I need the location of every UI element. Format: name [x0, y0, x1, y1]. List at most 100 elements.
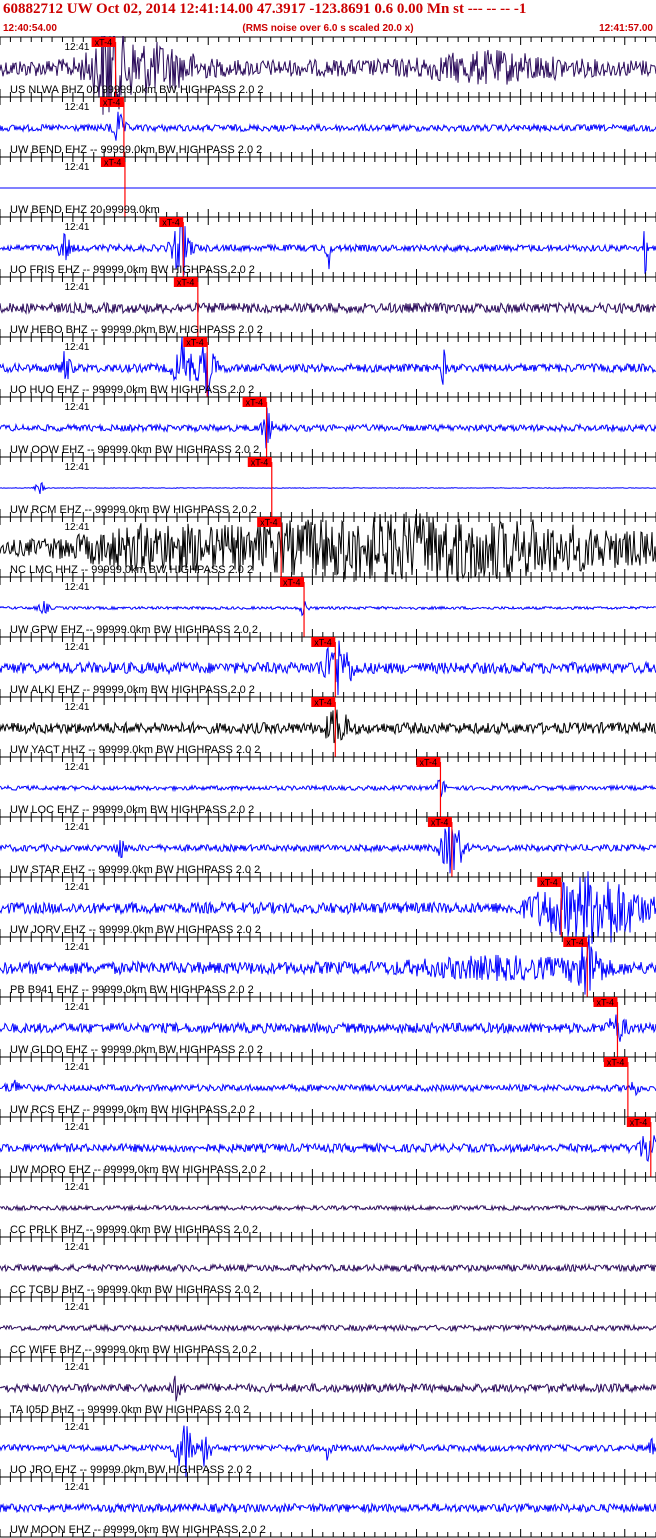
- station-label: PB B941 EHZ -- 99999.0km BW HIGHPASS 2.0…: [10, 984, 254, 996]
- pick-label: xT-4: [186, 338, 204, 348]
- tick-label: 12:41: [64, 1182, 89, 1193]
- waveform: [0, 1262, 656, 1274]
- station-label: NC LMC HHZ -- 99999.0km BW HIGHPASS 2.0 …: [10, 564, 253, 576]
- pick-label: xT-4: [419, 758, 437, 768]
- station-label: UW MORO EHZ -- 99999.0km BW HIGHPASS 2.0…: [10, 1164, 266, 1176]
- pick-label: xT-4: [162, 218, 180, 228]
- trace-16: 12:41 xT-4 UW GLDO EHZ -- 99999.0km BW HIG…: [0, 996, 656, 1057]
- tick-label: 12:41: [64, 822, 89, 833]
- tick-label: 12:41: [64, 1242, 89, 1253]
- waveform: [0, 1135, 656, 1163]
- tick-label: 12:41: [64, 1122, 89, 1133]
- tick-label: 12:41: [64, 342, 89, 353]
- tick-label: 12:41: [64, 1422, 89, 1433]
- pick-label: xT-4: [104, 158, 122, 168]
- station-label: UW MOON EHZ -- 99999.0km BW HIGHPASS 2.0…: [10, 1524, 266, 1536]
- event-title: 60882712 UW Oct 02, 2014 12:41:14.00 47.…: [3, 1, 527, 17]
- tick-label: 12:41: [64, 762, 89, 773]
- trace-24: 12:41 UW MOON EHZ -- 99999.0km BW HIGHPAS…: [0, 1476, 656, 1537]
- trace-15: 12:41 xT-4 PB B941 EHZ -- 99999.0km BW HIG…: [0, 934, 656, 997]
- trace-8: 12:41 xT-4 NC LMC HHZ -- 99999.0km BW HIGH…: [0, 513, 656, 583]
- trace-23: 12:41 UO JRO EHZ -- 99999.0km BW HIGHPASS…: [0, 1416, 656, 1478]
- station-label: UW LOC EHZ -- 99999.0km BW HIGHPASS 2.0 …: [10, 804, 254, 816]
- trace-18: 12:41 xT-4 UW MORO EHZ -- 99999.0km BW HIG…: [0, 1116, 656, 1177]
- trace-6: 12:41 xT-4 UW OOW EHZ -- 99999.0km BW HIGH…: [0, 396, 656, 457]
- station-label: CC WIFE BHZ -- 99999.0km BW HIGHPASS 2.0…: [10, 1344, 257, 1356]
- pick-label: xT-4: [607, 1058, 625, 1068]
- pick-label: xT-4: [251, 458, 269, 468]
- station-label: CC PRLK BHZ -- 99999.0km BW HIGHPASS 2.0…: [10, 1224, 258, 1236]
- trace-5: 12:41 xT-4 UO HUO EHZ -- 99999.0km BW HIGH…: [0, 336, 656, 397]
- pick-label: xT-4: [103, 98, 121, 108]
- trace-20: 12:41 CC TCBU BHZ -- 99999.0km BW HIGHPAS…: [0, 1236, 656, 1297]
- trace-7: 12:41 xT-4 UW RCM EHZ -- 99999.0km BW HIGH…: [0, 456, 656, 517]
- pick-label: xT-4: [630, 1118, 648, 1128]
- tick-label: 12:41: [64, 702, 89, 713]
- pick-label: xT-4: [260, 518, 278, 528]
- station-label: UW JORV EHZ -- 99999.0km BW HIGHPASS 2.0…: [10, 924, 261, 936]
- tick-label: 12:41: [64, 1302, 89, 1313]
- tick-label: 12:41: [64, 582, 89, 593]
- station-label: UW RCM EHZ -- 99999.0km BW HIGHPASS 2.0 …: [10, 504, 257, 516]
- pick-label: xT-4: [283, 578, 301, 588]
- tick-label: 12:41: [64, 1362, 89, 1373]
- waveform: [0, 407, 656, 449]
- waveform: [0, 1014, 656, 1042]
- trace-17: 12:41 xT-4 UW RCS EHZ -- 99999.0km BW HIGH…: [0, 1056, 656, 1117]
- trace-1: 12:41 xT-4 UW BEND EHZ -- 99999.0km BW HIG…: [0, 96, 656, 157]
- waveform: [0, 481, 656, 495]
- station-label: UW BEND EHZ 20 99999.0km: [10, 204, 160, 216]
- trace-10: 12:41 xT-4 UW ALKI EHZ -- 99999.0km BW HIG…: [0, 636, 656, 697]
- station-label: UO HUO EHZ -- 99999.0km BW HIGHPASS 2.0 …: [10, 384, 254, 396]
- tick-label: 12:41: [64, 1062, 89, 1073]
- trace-12: 12:41 xT-4 UW LOC EHZ -- 99999.0km BW HIGH…: [0, 756, 656, 817]
- tick-label: 12:41: [64, 282, 89, 293]
- plot-header: 60882712 UW Oct 02, 2014 12:41:14.00 47.…: [0, 0, 656, 40]
- trace-0: 12:41 xT-4 US NLWA BHZ 00 99999.0km BW HIG…: [0, 36, 656, 115]
- station-label: UO JRO EHZ -- 99999.0km BW HIGHPASS 2.0 …: [10, 1464, 252, 1476]
- end-time: 12:41:57.00: [599, 23, 653, 34]
- station-label: US NLWA BHZ 00 99999.0km BW HIGHPASS 2.0…: [10, 84, 264, 96]
- waveform: [0, 778, 656, 798]
- tick-label: 12:41: [64, 522, 89, 533]
- trace-2: 12:41 xT-4 UW BEND EHZ 20 99999.0km: [0, 156, 656, 217]
- waveform: [0, 301, 656, 315]
- pick-label: xT-4: [314, 638, 332, 648]
- pick-label: xT-4: [246, 398, 264, 408]
- trace-22: 12:41 TA I05D BHZ -- 99999.0km BW HIGHPAS…: [0, 1356, 656, 1417]
- station-label: UW YACT HHZ -- 99999.0km BW HIGHPASS 2.0…: [10, 744, 260, 756]
- tick-label: 12:41: [64, 42, 89, 53]
- station-label: CC TCBU BHZ -- 99999.0km BW HIGHPASS 2.0…: [10, 1284, 259, 1296]
- waveform: [0, 36, 656, 115]
- waveform: [0, 1502, 656, 1515]
- trace-11: 12:41 xT-4 UW YACT HHZ -- 99999.0km BW HIG…: [0, 696, 656, 757]
- tick-label: 12:41: [64, 402, 89, 413]
- trace-13: 12:41 xT-4 UW STAR EHZ -- 99999.0km BW HIG…: [0, 816, 656, 877]
- station-label: TA I05D BHZ -- 99999.0km BW HIGHPASS 2.0…: [10, 1404, 249, 1416]
- station-label: UW RCS EHZ -- 99999.0km BW HIGHPASS 2.0 …: [10, 1104, 255, 1116]
- waveform: [0, 601, 656, 617]
- tick-label: 12:41: [64, 1002, 89, 1013]
- seismogram-plot: 12:41 xT-4 US NLWA BHZ 00 99999.0km BW HIG…: [0, 36, 656, 1538]
- trace-9: 12:41 xT-4 UW GPW EHZ -- 99999.0km BW HIGH…: [0, 576, 656, 637]
- station-label: UW ALKI EHZ -- 99999.0km BW HIGHPASS 2.0…: [10, 684, 255, 696]
- trace-21: 12:41 CC WIFE BHZ -- 99999.0km BW HIGHPAS…: [0, 1296, 656, 1357]
- pick-label: xT-4: [596, 998, 614, 1008]
- trace-19: 12:41 CC PRLK BHZ -- 99999.0km BW HIGHPAS…: [0, 1176, 656, 1237]
- pick-label: xT-4: [566, 938, 584, 948]
- waveform: [0, 709, 656, 744]
- tick-label: 12:41: [64, 942, 89, 953]
- waveform: [0, 1079, 656, 1097]
- tick-label: 12:41: [64, 1482, 89, 1493]
- station-label: UW STAR EHZ -- 99999.0km BW HIGHPASS 2.0…: [10, 864, 260, 876]
- station-label: UW GLDO EHZ -- 99999.0km BW HIGHPASS 2.0…: [10, 1044, 263, 1056]
- waveform: [0, 1203, 656, 1213]
- pick-label: xT-4: [431, 818, 449, 828]
- trace-3: 12:41 xT-4 UO FRIS EHZ -- 99999.0km BW HIG…: [0, 216, 656, 277]
- tick-label: 12:41: [64, 162, 89, 173]
- waveform: [0, 1323, 656, 1333]
- station-label: UW BEND EHZ -- 99999.0km BW HIGHPASS 2.0…: [10, 144, 262, 156]
- waveform: [0, 1375, 656, 1402]
- station-label: UW GPW EHZ -- 99999.0km BW HIGHPASS 2.0 …: [10, 624, 258, 636]
- pick-label: xT-4: [177, 278, 195, 288]
